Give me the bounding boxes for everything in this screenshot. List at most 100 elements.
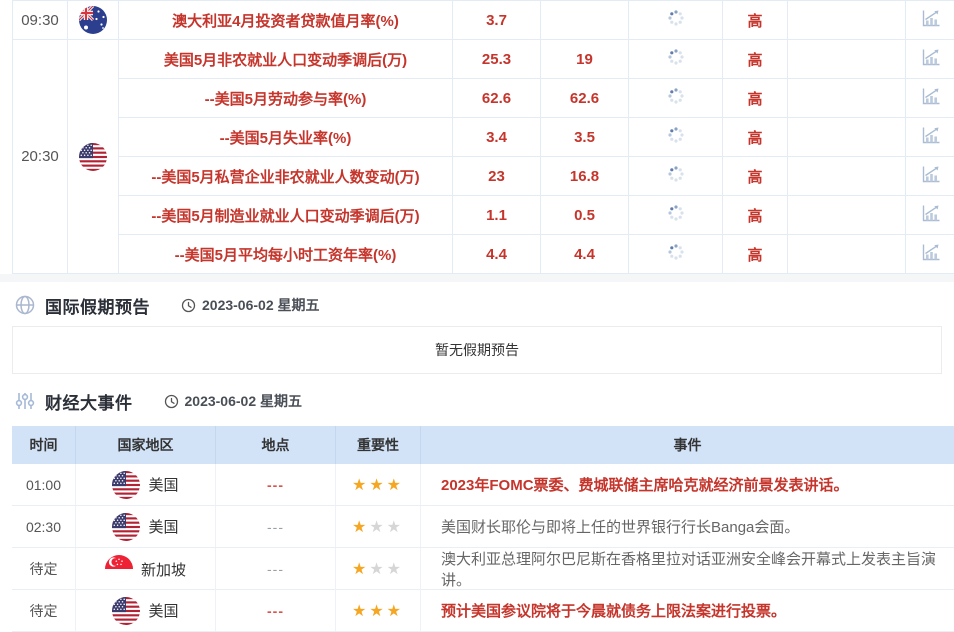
effect-cell — [788, 235, 906, 274]
section-divider — [0, 274, 954, 282]
holiday-empty-text: 暂无假期预告 — [435, 340, 519, 360]
indicator-name: --美国5月失业率(%) — [119, 118, 453, 157]
sliders-icon — [14, 390, 36, 412]
indicator-name: --美国5月劳动参与率(%) — [119, 79, 453, 118]
events-date-text: 2023-06-02 星期五 — [185, 391, 303, 411]
importance-stars: ★★★ — [335, 548, 420, 590]
event-row: 01:00 美国 --- ★★★ 2023年FOMC票委、费城联储主席哈克就经济… — [12, 464, 954, 506]
effect-cell — [788, 79, 906, 118]
actual-value-cell — [629, 196, 723, 235]
actual-value-cell — [629, 1, 723, 40]
trend-chart-button[interactable] — [919, 124, 941, 146]
header-event: 事件 — [420, 426, 954, 464]
event-country: 美国 — [75, 464, 215, 505]
forecast-value: 4.4 — [541, 235, 629, 274]
events-section-date: 2023-06-02 星期五 — [164, 391, 303, 411]
trend-chart-button[interactable] — [919, 202, 941, 224]
loading-spinner-icon — [667, 243, 685, 261]
table-row: 09:30 — [13, 1, 954, 40]
effect-cell — [788, 1, 906, 40]
holiday-date-text: 2023-06-02 星期五 — [202, 295, 320, 315]
event-location: --- — [215, 548, 335, 590]
event-time: 待定 — [12, 590, 75, 631]
trend-chart-button[interactable] — [919, 85, 941, 107]
trend-chart-button[interactable] — [919, 7, 941, 29]
globe-icon — [14, 294, 36, 316]
trend-chart-icon — [919, 85, 941, 107]
event-time: 09:30 — [13, 1, 68, 40]
chart-cell — [906, 40, 954, 79]
gold-stars: ★ — [352, 559, 369, 579]
gold-stars: ★★★ — [352, 475, 404, 495]
country-name: 美国 — [148, 600, 178, 621]
forecast-value: 0.5 — [541, 196, 629, 235]
event-location: --- — [215, 464, 335, 505]
effect-cell — [788, 157, 906, 196]
usa-flag-icon — [79, 143, 107, 171]
forecast-value: 16.8 — [541, 157, 629, 196]
event-country: 新加坡 — [75, 548, 215, 590]
singapore-flag-icon — [105, 555, 133, 583]
forecast-value — [541, 1, 629, 40]
holiday-section-date: 2023-06-02 星期五 — [181, 295, 320, 315]
trend-chart-button[interactable] — [919, 46, 941, 68]
clock-icon — [164, 394, 179, 409]
event-row: 待定 美国 --- ★★★ 预计美国参议院将于今晨就债务上限法案进行投票。 — [12, 590, 954, 632]
gray-stars: ★★ — [369, 517, 404, 537]
previous-value: 25.3 — [453, 40, 541, 79]
event-description: 美国财长耶伦与即将上任的世界银行行长Banga会面。 — [420, 506, 954, 547]
country-name: 新加坡 — [141, 559, 186, 580]
events-table-header: 时间 国家地区 地点 重要性 事件 — [12, 426, 954, 464]
previous-value: 4.4 — [453, 235, 541, 274]
forecast-value: 3.5 — [541, 118, 629, 157]
chart-cell — [906, 235, 954, 274]
importance-badge: 高 — [723, 79, 788, 118]
chart-cell — [906, 157, 954, 196]
table-row: --美国5月失业率(%) 3.4 3.5 高 — [13, 118, 954, 157]
trend-chart-icon — [919, 7, 941, 29]
event-row: 02:30 美国 --- ★★★ 美国财长耶伦与即将上任的世界银行行长Banga… — [12, 506, 954, 548]
header-location: 地点 — [215, 426, 335, 464]
trend-chart-icon — [919, 124, 941, 146]
header-time: 时间 — [12, 426, 75, 464]
header-country: 国家地区 — [75, 426, 215, 464]
events-table: 时间 国家地区 地点 重要性 事件 01:00 美国 --- ★★★ 2023年… — [12, 426, 954, 632]
loading-spinner-icon — [667, 126, 685, 144]
importance-badge: 高 — [723, 1, 788, 40]
chart-cell — [906, 1, 954, 40]
trend-chart-icon — [919, 241, 941, 263]
table-row: --美国5月平均每小时工资年率(%) 4.4 4.4 高 — [13, 235, 954, 274]
trend-chart-button[interactable] — [919, 241, 941, 263]
indicator-name: 澳大利亚4月投资者贷款值月率(%) — [119, 1, 453, 40]
usa-flag-icon — [112, 597, 140, 625]
holiday-section-header: 国际假期预告 2023-06-02 星期五 — [14, 292, 954, 318]
trend-chart-button[interactable] — [919, 163, 941, 185]
indicator-name: --美国5月制造业就业人口变动季调后(万) — [119, 196, 453, 235]
event-time: 01:00 — [12, 464, 75, 505]
loading-spinner-icon — [667, 9, 685, 27]
header-importance: 重要性 — [335, 426, 420, 464]
usa-flag-icon — [112, 513, 140, 541]
chart-cell — [906, 118, 954, 157]
table-row: --美国5月私营企业非农就业人数变动(万) 23 16.8 高 — [13, 157, 954, 196]
table-row: 20:30 — [13, 40, 954, 79]
australia-flag-icon — [79, 6, 107, 34]
event-time: 20:30 — [13, 40, 68, 274]
effect-cell — [788, 118, 906, 157]
previous-value: 62.6 — [453, 79, 541, 118]
actual-value-cell — [629, 157, 723, 196]
event-location: --- — [215, 590, 335, 631]
trend-chart-icon — [919, 163, 941, 185]
previous-value: 3.4 — [453, 118, 541, 157]
loading-spinner-icon — [667, 87, 685, 105]
trend-chart-icon — [919, 202, 941, 224]
country-name: 美国 — [148, 516, 178, 537]
flag-cell — [68, 40, 119, 274]
loading-spinner-icon — [667, 165, 685, 183]
effect-cell — [788, 196, 906, 235]
actual-value-cell — [629, 118, 723, 157]
actual-value-cell — [629, 235, 723, 274]
event-description: 预计美国参议院将于今晨就债务上限法案进行投票。 — [420, 590, 954, 631]
events-section-header: 财经大事件 2023-06-02 星期五 — [14, 388, 954, 414]
event-country: 美国 — [75, 590, 215, 631]
